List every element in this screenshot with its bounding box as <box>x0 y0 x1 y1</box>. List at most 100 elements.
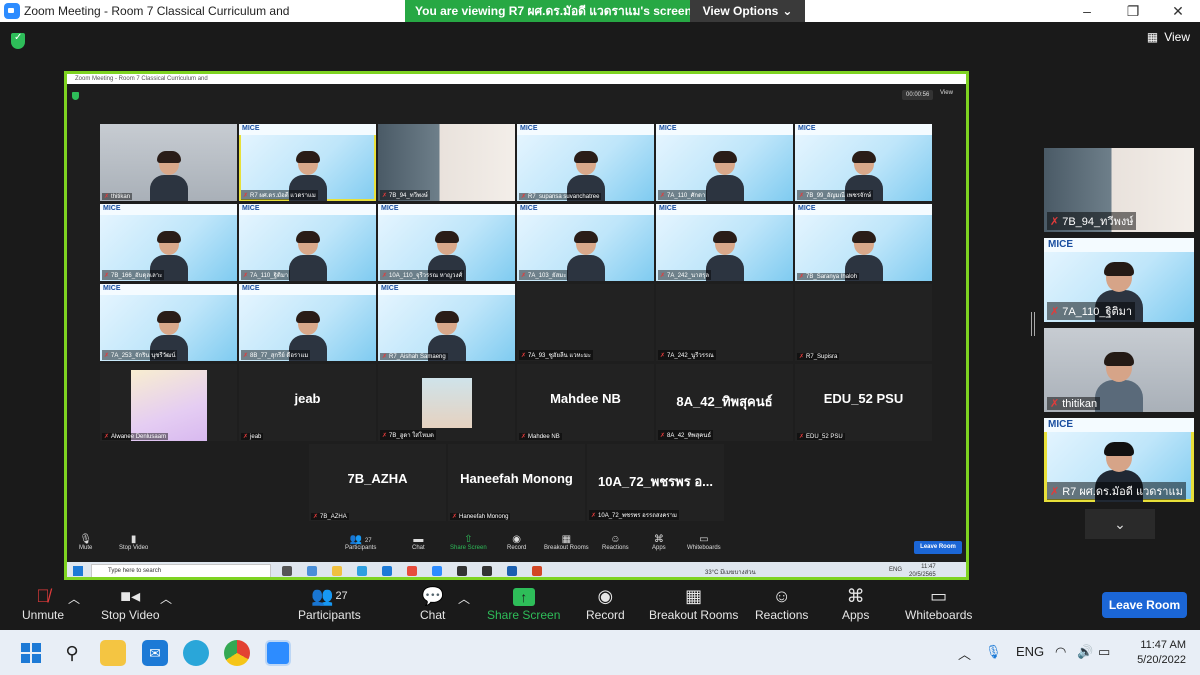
side-video-tile[interactable]: ✗ 7B_94_ทวีพงษ์ <box>1044 148 1194 232</box>
shared-apps: ⌘ Apps <box>652 534 666 551</box>
unmute-button[interactable]: 🎙̸ Unmute <box>22 584 64 622</box>
shared-app2-icon <box>482 566 492 576</box>
participant-tile: 10A_72_พชรพร อ... ✗ 10A_72_พชรพร อรรถสงครา… <box>587 444 724 521</box>
participant-display-name: 8A_42_ทิพสุคนธ์ <box>676 394 773 409</box>
mic-muted-icon: ✗ <box>243 353 249 359</box>
chrome-icon[interactable] <box>224 640 250 666</box>
shared-start-icon <box>73 566 83 576</box>
shared-app-icon <box>457 566 467 576</box>
minimize-button[interactable]: – <box>1067 0 1107 22</box>
whiteboard-icon: ▭ <box>699 534 709 545</box>
participant-name-label: ✗ 7B_AZHA <box>311 513 349 520</box>
side-video-tile[interactable]: ✗ thitikan <box>1044 328 1194 412</box>
wifi-icon[interactable]: ◠ <box>1055 644 1066 660</box>
participant-tile: MICE ✗ R7_supansa suvanchatree <box>517 124 654 201</box>
participant-tile: EDU_52 PSU ✗ EDU_52 PSU <box>795 364 932 441</box>
shared-powerpoint-icon <box>532 566 542 576</box>
side-video-tile-active-speaker[interactable]: MICE ✗ R7 ผศ.ดร.มัอดี แวดราแม <box>1044 418 1194 502</box>
microphone-icon[interactable]: 🎙 <box>985 644 1002 660</box>
chat-options-caret[interactable]: ︿ <box>458 590 470 607</box>
apps-icon: ⌘ <box>846 586 865 606</box>
edge-icon[interactable] <box>183 640 209 666</box>
participant-name-label: ✗ 7B_Saranya Ihaloh <box>797 273 860 280</box>
view-options-button[interactable]: View Options ⌄ <box>690 0 805 22</box>
participant-name: 7B_Saranya Ihaloh <box>806 274 858 280</box>
leave-room-button[interactable]: Leave Room <box>1102 592 1187 618</box>
participant-name-label: ✗ 7B_ฮูดา ใส่โหมด <box>380 430 436 440</box>
shared-reactions: ☺ Reactions <box>602 534 629 551</box>
chevron-up-icon[interactable]: ︿ <box>958 644 971 663</box>
resize-splitter[interactable] <box>1031 312 1035 336</box>
close-button[interactable]: ✕ <box>1158 0 1198 22</box>
battery-icon[interactable]: ▭ <box>1098 644 1110 660</box>
mic-muted-icon: ✗ <box>1050 306 1060 318</box>
whiteboard-icon: ▭ <box>930 586 948 606</box>
video-options-caret[interactable]: ︿ <box>160 590 172 607</box>
participant-name-label: ✗ EDU_52 PSU <box>797 433 845 440</box>
participant-name-label: ✗ 7A_103_ยัสมะ <box>519 270 569 280</box>
file-explorer-icon[interactable] <box>100 640 126 666</box>
mic-muted-icon: ✗ <box>104 273 110 279</box>
stop-video-button[interactable]: ■◂ Stop Video <box>101 584 160 622</box>
reactions-button[interactable]: ☺ Reactions <box>755 584 808 622</box>
mail-icon[interactable]: ✉ <box>142 640 168 666</box>
volume-icon[interactable]: 🔊 <box>1077 644 1093 660</box>
participants-button[interactable]: 👥 27 Participants <box>298 584 361 622</box>
collapse-strip-button[interactable]: ⌄ <box>1085 509 1155 539</box>
participant-avatar <box>1095 350 1143 412</box>
mic-muted-icon: ✗ <box>382 433 388 439</box>
participant-name: 7B_AZHA <box>320 514 347 520</box>
mice-logo: MICE <box>103 205 121 212</box>
viewing-banner: You are viewing R7 ผศ.ดร.มัอดี แวดราแม's… <box>405 0 690 22</box>
shared-chat: ▬ Chat <box>412 534 425 551</box>
participant-name-label: ✗ Mahdee NB <box>519 433 562 440</box>
mice-logo: MICE <box>798 125 816 132</box>
reactions-icon: ☺ <box>610 534 621 545</box>
share-screen-icon: ↑ <box>487 584 560 608</box>
participant-tile: ✗ 7A_242_นูรีวรรณ <box>656 284 793 361</box>
participants-icon: 👥 27 <box>349 534 372 545</box>
mice-logo: MICE <box>381 205 399 212</box>
windows-logo-icon <box>21 643 41 663</box>
breakout-rooms-button[interactable]: ▦ Breakout Rooms <box>649 584 738 622</box>
participant-name-label: ✗ Alwanee Denlusaam <box>102 433 169 440</box>
security-shield-icon[interactable] <box>11 32 25 49</box>
record-icon: ◉ <box>512 534 522 545</box>
chat-button[interactable]: 💬 Chat <box>420 584 445 622</box>
participant-tile: MICE ✗ 7B_99_อัญมณี เพชรจักษ์ <box>795 124 932 201</box>
window-title: Zoom Meeting - Room 7 Classical Curricul… <box>24 4 290 18</box>
taskbar-clock[interactable]: 11:47 AM 5/20/2022 <box>1118 638 1186 668</box>
participant-tile: MICE ✗ 7A_103_ยัสมะ <box>517 204 654 281</box>
maximize-button[interactable]: ❐ <box>1113 0 1153 22</box>
whiteboards-button[interactable]: ▭ Whiteboards <box>905 584 972 622</box>
participant-display-name: EDU_52 PSU <box>823 391 904 406</box>
mic-muted-icon: ✗ <box>521 434 527 440</box>
participant-name-label: ✗ 10A_72_พชรพร อรรถสงคราม <box>589 510 679 520</box>
breakout-rooms-label: Breakout Rooms <box>649 608 739 622</box>
record-button[interactable]: ◉ Record <box>586 584 625 622</box>
participant-name: EDU_52 PSU <box>806 434 843 440</box>
participant-avatar <box>288 231 327 281</box>
audio-options-caret[interactable]: ︿ <box>68 590 80 607</box>
side-video-tile[interactable]: MICE ✗ 7A_110_ฐิติมา <box>1044 238 1194 322</box>
language-indicator[interactable]: ENG <box>1016 644 1044 659</box>
side-tile-name-text: 7A_110_ฐิติมา <box>1062 306 1133 318</box>
participant-name: 8A_42_ทิพสุคนธ์ <box>667 433 712 439</box>
mic-muted-icon: ✗ <box>521 273 527 279</box>
apps-button[interactable]: ⌘ Apps <box>842 584 869 622</box>
participant-name: 7B_99_อัญมณี เพชรจักษ์ <box>806 193 872 199</box>
participant-name-label: ✗ R7 ผศ.ดร.มัอดี แวดราแม <box>241 190 318 200</box>
participant-name: 10A_72_พชรพร อรรถสงคราม <box>598 513 677 519</box>
mic-muted-icon: ✗ <box>660 353 666 359</box>
participant-tile: Haneefah Monong ✗ Haneefah Monong <box>448 444 585 521</box>
view-label: View <box>1164 30 1190 44</box>
share-screen-button[interactable]: ↑ Share Screen <box>487 584 560 622</box>
mic-muted-icon: ✗ <box>660 193 666 199</box>
mic-muted-icon: ✗ <box>1050 398 1060 410</box>
participant-tile: ✗ R7_Supisra <box>795 284 932 361</box>
start-button[interactable] <box>18 640 44 666</box>
zoom-taskbar-icon[interactable] <box>265 640 291 666</box>
search-icon[interactable]: ⚲ <box>59 640 85 666</box>
view-button[interactable]: ▦ View <box>1147 30 1190 44</box>
participant-tile: ✗ 7A_93_ซูฮัยลีน แวหะมะ <box>517 284 654 361</box>
